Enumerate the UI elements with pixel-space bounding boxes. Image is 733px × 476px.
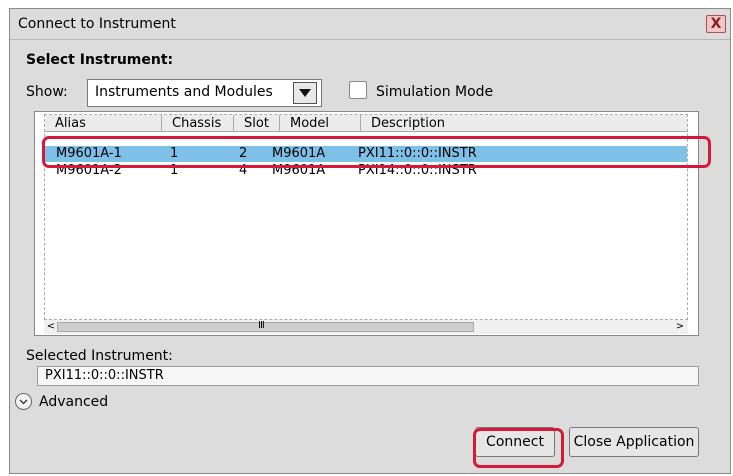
column-header-chassis[interactable]: Chassis	[162, 115, 234, 132]
close-icon: X	[710, 16, 722, 32]
highlight-selected-row	[42, 136, 711, 168]
close-button[interactable]: X	[706, 15, 726, 33]
simulation-mode-checkbox[interactable]	[349, 81, 367, 99]
scrollbar-thumb[interactable]: III	[57, 320, 474, 332]
highlight-connect-button	[473, 428, 564, 468]
column-header-alias[interactable]: Alias	[45, 115, 162, 132]
horizontal-scrollbar[interactable]: < III >	[44, 320, 688, 334]
grip-icon: III	[258, 320, 265, 331]
column-header-description[interactable]: Description	[361, 115, 687, 132]
column-header-model[interactable]: Model	[280, 115, 361, 132]
advanced-toggle-label[interactable]: Advanced	[39, 394, 108, 410]
expand-circle-icon[interactable]	[15, 393, 32, 410]
column-header-slot[interactable]: Slot	[234, 115, 280, 132]
section-title: Select Instrument:	[26, 52, 174, 68]
scroll-right-icon[interactable]: >	[674, 320, 686, 334]
title-bar: Connect to Instrument X	[10, 9, 730, 40]
show-label: Show:	[26, 84, 68, 100]
selected-instrument-value: PXI11::0::0::INSTR	[45, 368, 164, 383]
simulation-mode-label: Simulation Mode	[376, 84, 494, 100]
selected-instrument-field[interactable]: PXI11::0::0::INSTR	[37, 366, 699, 386]
scroll-left-icon[interactable]: <	[45, 320, 57, 334]
close-application-button[interactable]: Close Application	[569, 427, 699, 457]
chevron-down-icon[interactable]	[293, 82, 317, 104]
selected-instrument-label: Selected Instrument:	[26, 348, 173, 364]
window-title: Connect to Instrument	[18, 16, 176, 32]
show-dropdown-value: Instruments and Modules	[95, 84, 273, 100]
show-dropdown[interactable]: Instruments and Modules	[87, 79, 322, 107]
